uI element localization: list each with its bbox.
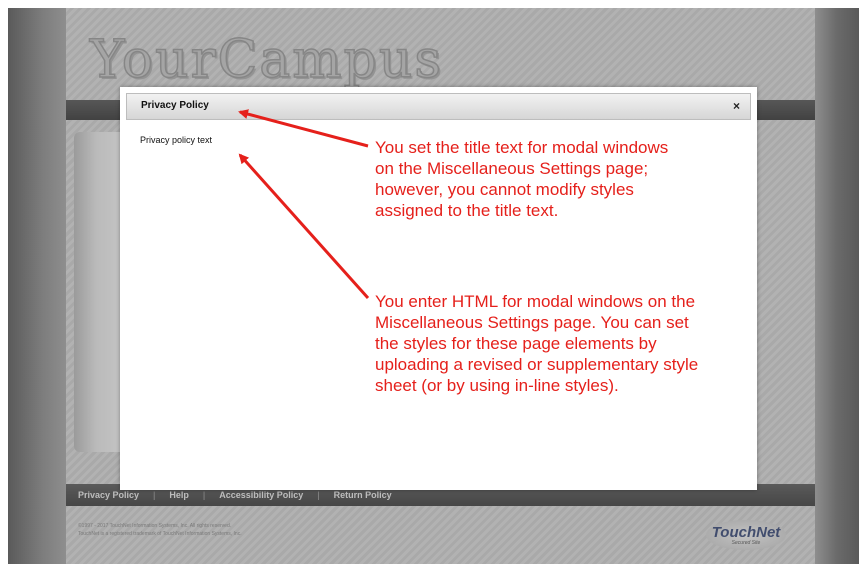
modal-body-text: Privacy policy text xyxy=(140,135,213,145)
title-annotation: You set the title text for modal windows… xyxy=(375,138,669,220)
close-icon[interactable]: × xyxy=(733,99,740,113)
modal-title-bar: Privacy Policy × xyxy=(126,93,751,120)
modal-title: Privacy Policy xyxy=(141,100,209,111)
background-right-strip xyxy=(815,8,859,564)
body-annotation: You enter HTML for modal windows on the … xyxy=(375,292,699,395)
background-left-strip xyxy=(8,8,66,564)
